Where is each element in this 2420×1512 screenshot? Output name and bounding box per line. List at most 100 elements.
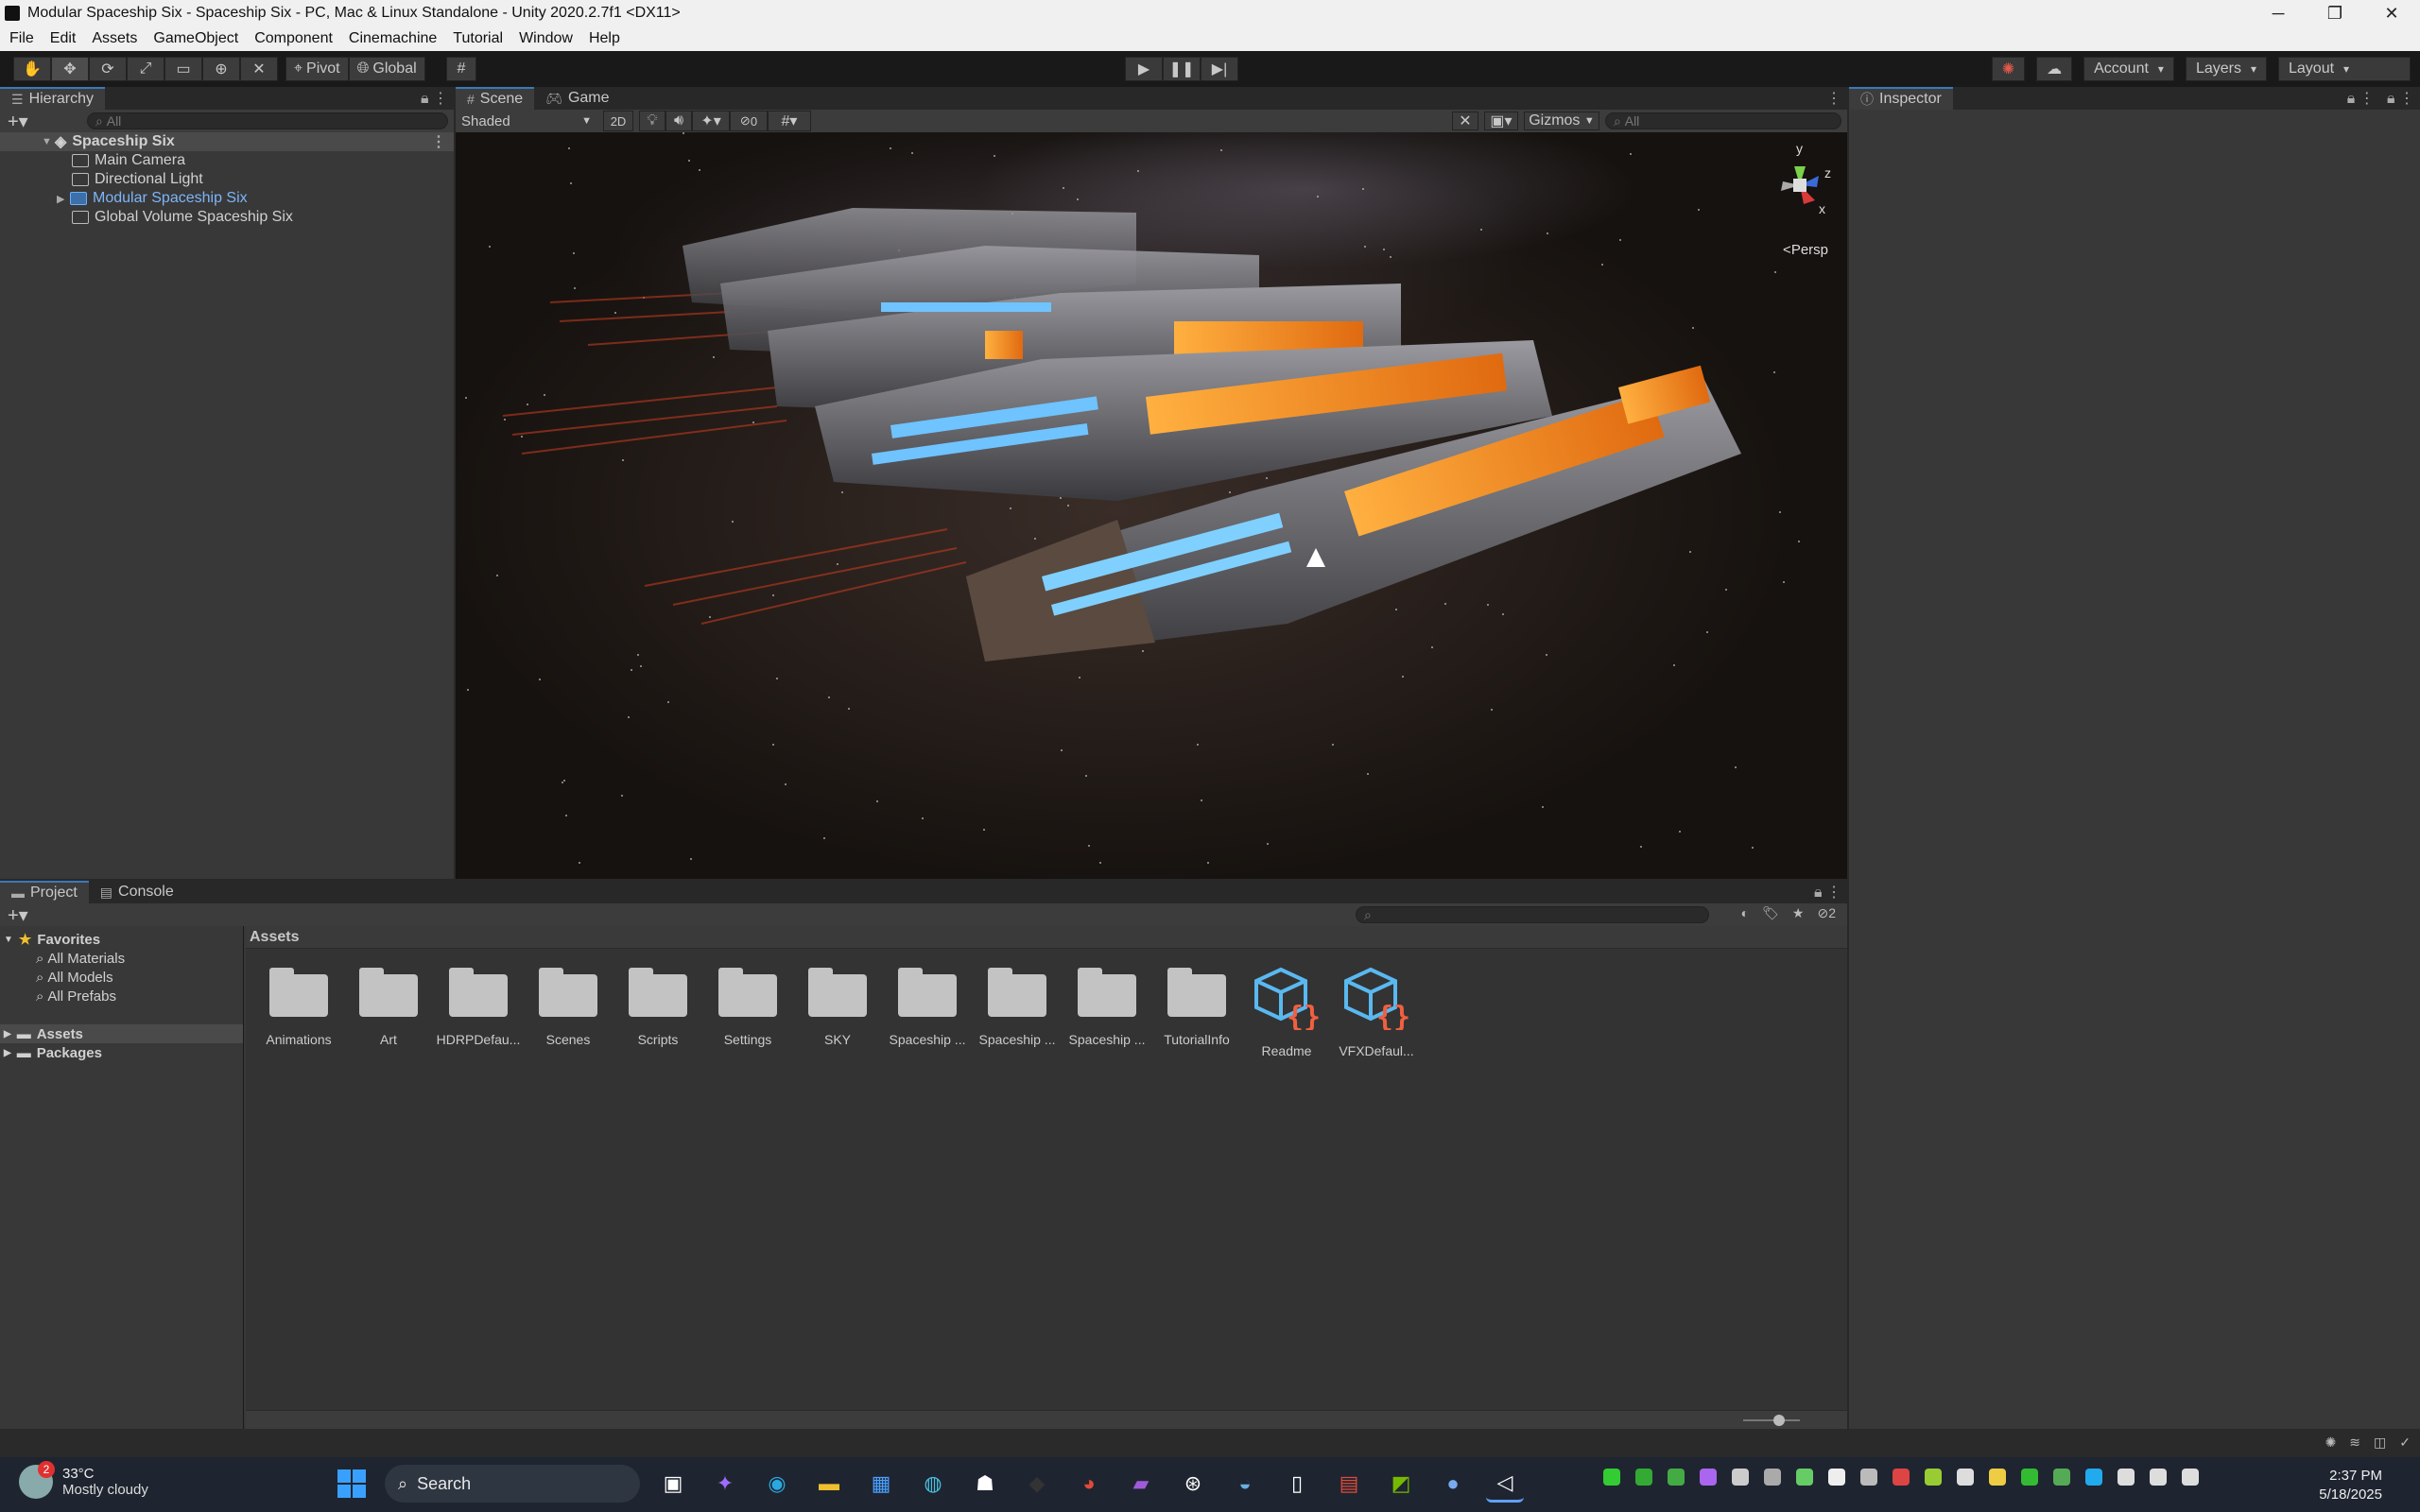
tab-inspector[interactable]: ⓘ Inspector xyxy=(1849,87,1953,110)
tab-project[interactable]: ▬ Project xyxy=(0,881,89,903)
close-button[interactable]: ✕ xyxy=(2363,0,2420,26)
breadcrumb[interactable]: Assets xyxy=(246,926,1847,949)
layout-dropdown[interactable]: Layout xyxy=(2278,57,2411,81)
app-icon[interactable]: ▤ xyxy=(1330,1465,1368,1503)
tray-icon[interactable] xyxy=(1989,1469,2006,1486)
steam-icon[interactable]: ⊛ xyxy=(1174,1465,1212,1503)
app-icon[interactable]: ◍ xyxy=(914,1465,952,1503)
tab-scene[interactable]: # Scene xyxy=(456,87,535,110)
battery-icon[interactable] xyxy=(2182,1469,2199,1486)
assets-root[interactable]: ▶ ▬ Assets xyxy=(0,1024,243,1043)
asset-item[interactable]: SKY xyxy=(804,964,872,1058)
camera-icon[interactable]: ▣▾ xyxy=(1484,112,1518,130)
panel-menu-icon[interactable]: 🔒︎ ⋮ xyxy=(421,89,448,108)
clapper-icon[interactable]: ▰ xyxy=(1122,1465,1160,1503)
tray-icon[interactable] xyxy=(2021,1469,2038,1486)
play-button[interactable]: ▶ xyxy=(1125,57,1163,81)
expand-caret-icon[interactable]: ▶ xyxy=(57,193,70,205)
file-explorer-icon[interactable]: ▬ xyxy=(810,1465,848,1503)
asset-item[interactable]: Art xyxy=(354,964,423,1058)
alienware-icon[interactable]: ☗ xyxy=(966,1465,1004,1503)
slider-handle[interactable] xyxy=(1773,1415,1785,1426)
clock[interactable]: 2:37 PM 5/18/2025 xyxy=(2319,1467,2382,1504)
hierarchy-item[interactable]: Main Camera xyxy=(0,151,454,170)
asset-item[interactable]: {} VFXDefaul... xyxy=(1339,964,1414,1058)
app-icon[interactable]: ▯ xyxy=(1278,1465,1316,1503)
scene-search-input[interactable]: ⌕ All xyxy=(1605,112,1841,129)
layers-dropdown[interactable]: Layers xyxy=(2185,57,2267,81)
asset-item[interactable]: {} Readme xyxy=(1253,964,1321,1058)
scale-tool-icon[interactable]: ⤢ xyxy=(127,57,164,81)
collab-icon[interactable]: ✺ xyxy=(1991,57,2026,81)
tray-icon[interactable] xyxy=(1957,1469,1974,1486)
favorites-header[interactable]: ▼ ★ Favorites xyxy=(0,930,243,949)
project-search-input[interactable]: ⌕ xyxy=(1356,906,1709,923)
custom-tool-icon[interactable]: ✕ xyxy=(240,57,278,81)
scene-viewport[interactable]: y z x <Persp xyxy=(456,132,1847,879)
filter-label-icon[interactable]: 🏷︎ xyxy=(1762,905,1779,921)
draw-mode-dropdown[interactable]: Shaded ▼ xyxy=(456,113,597,129)
grid-snap-icon[interactable]: # xyxy=(446,57,476,81)
volume-icon[interactable] xyxy=(2150,1469,2167,1486)
audio-icon[interactable]: 🔊︎ xyxy=(666,111,692,131)
asset-item[interactable]: Spaceship ... xyxy=(1069,964,1145,1058)
menu-gameobject[interactable]: GameObject xyxy=(153,30,238,47)
expand-caret-icon[interactable]: ▼ xyxy=(42,136,55,147)
favorite-star-icon[interactable]: ★ xyxy=(1792,905,1805,921)
tray-icon[interactable] xyxy=(1764,1469,1781,1486)
favorite-item[interactable]: ⌕ All Prefabs xyxy=(0,987,243,1005)
rect-tool-icon[interactable]: ▭ xyxy=(164,57,202,81)
asset-item[interactable]: Scripts xyxy=(624,964,692,1058)
app-icon[interactable]: ◆ xyxy=(1018,1465,1056,1503)
asset-item[interactable]: Spaceship ... xyxy=(979,964,1055,1058)
account-dropdown[interactable]: Account xyxy=(2083,57,2174,81)
tray-icon[interactable] xyxy=(1732,1469,1749,1486)
tray-icon[interactable] xyxy=(1603,1469,1620,1486)
weather-widget[interactable]: 2 33°C Mostly cloudy xyxy=(19,1461,148,1499)
cloud-icon[interactable]: ☁ xyxy=(2036,57,2073,81)
taskbar-search[interactable]: ⌕ Search xyxy=(385,1465,640,1503)
tray-icon[interactable] xyxy=(2085,1469,2102,1486)
asset-item[interactable]: Settings xyxy=(714,964,782,1058)
debug-icon[interactable]: ✺ xyxy=(2325,1435,2337,1451)
restore-button[interactable]: ❐ xyxy=(2307,0,2363,26)
asset-item[interactable]: Scenes xyxy=(534,964,602,1058)
task-view-icon[interactable]: ▣ xyxy=(654,1465,692,1503)
tray-icon[interactable] xyxy=(1796,1469,1813,1486)
tray-icon[interactable] xyxy=(1828,1469,1845,1486)
app-icon[interactable]: ● xyxy=(1434,1465,1472,1503)
hierarchy-item[interactable]: ▶ Modular Spaceship Six xyxy=(0,189,454,208)
projection-label[interactable]: <Persp xyxy=(1783,242,1828,258)
tab-hierarchy[interactable]: ☰ Hierarchy xyxy=(0,87,106,110)
hand-tool-icon[interactable]: ✋ xyxy=(13,57,51,81)
store-icon[interactable]: ▦ xyxy=(862,1465,900,1503)
favorite-item[interactable]: ⌕ All Materials xyxy=(0,949,243,968)
menu-assets[interactable]: Assets xyxy=(92,30,137,47)
layers-status-icon[interactable]: ≋ xyxy=(2349,1435,2360,1451)
global-toggle[interactable]: 🌐︎ Global xyxy=(348,57,425,81)
packages-root[interactable]: ▶ ▬ Packages xyxy=(0,1043,243,1062)
hierarchy-search-input[interactable]: ⌕ All xyxy=(87,112,448,129)
scene-root[interactable]: ▼ ◈ Spaceship Six ⋮ xyxy=(0,132,454,151)
menu-window[interactable]: Window xyxy=(519,30,573,47)
asset-item[interactable]: Animations xyxy=(265,964,333,1058)
transform-tool-icon[interactable]: ⊕ xyxy=(202,57,240,81)
minimize-button[interactable]: ─ xyxy=(2250,0,2307,26)
expand-caret-icon[interactable]: ▶ xyxy=(4,1048,11,1058)
menu-help[interactable]: Help xyxy=(589,30,620,47)
hidden-packages-toggle[interactable]: ⊘2 xyxy=(1817,905,1836,921)
tools-icon[interactable]: ✕ xyxy=(1452,112,1478,130)
start-button[interactable] xyxy=(333,1465,371,1503)
edge-icon[interactable]: ◉ xyxy=(758,1465,796,1503)
scene-menu-icon[interactable]: ⋮ xyxy=(431,132,446,151)
toggle-2d-button[interactable]: 2D xyxy=(603,111,633,131)
panel-menu-icon[interactable]: 🔒︎ ⋮ xyxy=(1814,883,1841,902)
tray-icon[interactable] xyxy=(1700,1469,1717,1486)
panel-menu-icon[interactable]: 🔒︎ ⋮ 🔒︎ ⋮ xyxy=(2347,89,2414,108)
chrome-icon[interactable]: ◕ xyxy=(1070,1465,1108,1503)
favorite-item[interactable]: ⌕ All Models xyxy=(0,968,243,987)
move-tool-icon[interactable]: ✥ xyxy=(51,57,89,81)
menu-tutorial[interactable]: Tutorial xyxy=(453,30,503,47)
menu-edit[interactable]: Edit xyxy=(50,30,77,47)
scene-visibility-icon[interactable]: ⊘ 0 xyxy=(730,111,768,131)
